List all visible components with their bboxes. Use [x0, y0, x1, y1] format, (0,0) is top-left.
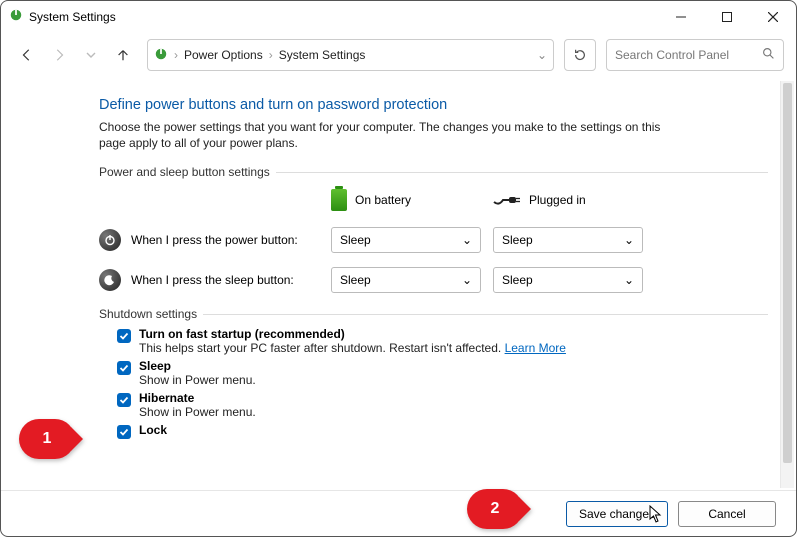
cancel-button[interactable]: Cancel [678, 501, 776, 527]
address-bar[interactable]: › Power Options › System Settings ⌄ [147, 39, 554, 71]
fast-startup-option: Turn on fast startup (recommended) This … [117, 327, 768, 355]
up-button[interactable] [109, 41, 137, 69]
sleep-option: Sleep Show in Power menu. [117, 359, 768, 387]
shutdown-section-label: Shutdown settings [99, 307, 768, 321]
search-placeholder: Search Control Panel [615, 48, 762, 62]
lock-option: Lock [117, 423, 768, 439]
sleep-checkbox[interactable] [117, 361, 131, 375]
learn-more-link[interactable]: Learn More [505, 341, 566, 355]
chevron-down-icon[interactable]: ⌄ [537, 48, 547, 62]
sleep-button-plugged-select[interactable]: Sleep⌄ [493, 267, 643, 293]
power-button-plugged-select[interactable]: Sleep⌄ [493, 227, 643, 253]
maximize-button[interactable] [704, 1, 750, 33]
lock-title: Lock [139, 423, 167, 437]
plug-icon [493, 194, 521, 206]
chevron-right-icon: › [174, 48, 178, 62]
sleep-title: Sleep [139, 359, 256, 373]
close-button[interactable] [750, 1, 796, 33]
power-button-label: When I press the power button: [131, 233, 298, 247]
lock-checkbox[interactable] [117, 425, 131, 439]
plugged-in-header: Plugged in [493, 193, 655, 207]
sleep-button-row: When I press the sleep button: Sleep⌄ Sl… [99, 267, 768, 293]
search-input[interactable]: Search Control Panel [606, 39, 784, 71]
battery-icon [331, 189, 347, 211]
chevron-down-icon: ⌄ [624, 233, 634, 247]
content-area: Define power buttons and turn on passwor… [1, 79, 796, 490]
back-button[interactable] [13, 41, 41, 69]
fast-startup-desc: This helps start your PC faster after sh… [139, 341, 566, 355]
system-settings-window: System Settings › Power Options › System… [0, 0, 797, 537]
hibernate-checkbox[interactable] [117, 393, 131, 407]
fast-startup-checkbox[interactable] [117, 329, 131, 343]
vertical-scrollbar[interactable] [780, 81, 794, 488]
annotation-callout-2: 2 [467, 489, 523, 529]
footer-bar: Save changes Cancel [1, 490, 796, 536]
power-button-battery-select[interactable]: Sleep⌄ [331, 227, 481, 253]
hibernate-option: Hibernate Show in Power menu. [117, 391, 768, 419]
cursor-icon [649, 505, 663, 528]
moon-icon [99, 269, 121, 291]
titlebar: System Settings [1, 1, 796, 33]
chevron-down-icon: ⌄ [462, 233, 472, 247]
nav-toolbar: › Power Options › System Settings ⌄ Sear… [1, 33, 796, 77]
hibernate-title: Hibernate [139, 391, 256, 405]
search-icon [762, 47, 775, 63]
sleep-button-battery-select[interactable]: Sleep⌄ [331, 267, 481, 293]
power-icon [99, 229, 121, 251]
chevron-down-icon: ⌄ [624, 273, 634, 287]
recent-locations-button[interactable] [77, 41, 105, 69]
page-intro: Choose the power settings that you want … [99, 119, 679, 151]
power-button-row: When I press the power button: Sleep⌄ Sl… [99, 227, 768, 253]
refresh-button[interactable] [564, 39, 596, 71]
hibernate-desc: Show in Power menu. [139, 405, 256, 419]
window-title: System Settings [29, 10, 116, 24]
fast-startup-title: Turn on fast startup (recommended) [139, 327, 566, 341]
minimize-button[interactable] [658, 1, 704, 33]
column-headers: On battery Plugged in [99, 185, 768, 221]
annotation-callout-1: 1 [19, 419, 75, 459]
on-battery-header: On battery [331, 189, 493, 211]
page-heading: Define power buttons and turn on passwor… [99, 97, 768, 113]
app-icon [9, 8, 23, 27]
sleep-desc: Show in Power menu. [139, 373, 256, 387]
address-icon [154, 47, 168, 64]
scrollbar-thumb[interactable] [783, 83, 792, 463]
chevron-right-icon: › [269, 48, 273, 62]
breadcrumb-root[interactable]: Power Options [184, 48, 263, 62]
chevron-down-icon: ⌄ [462, 273, 472, 287]
sleep-button-label: When I press the sleep button: [131, 273, 294, 287]
breadcrumb-leaf[interactable]: System Settings [279, 48, 366, 62]
forward-button[interactable] [45, 41, 73, 69]
power-sleep-section-label: Power and sleep button settings [99, 165, 768, 179]
